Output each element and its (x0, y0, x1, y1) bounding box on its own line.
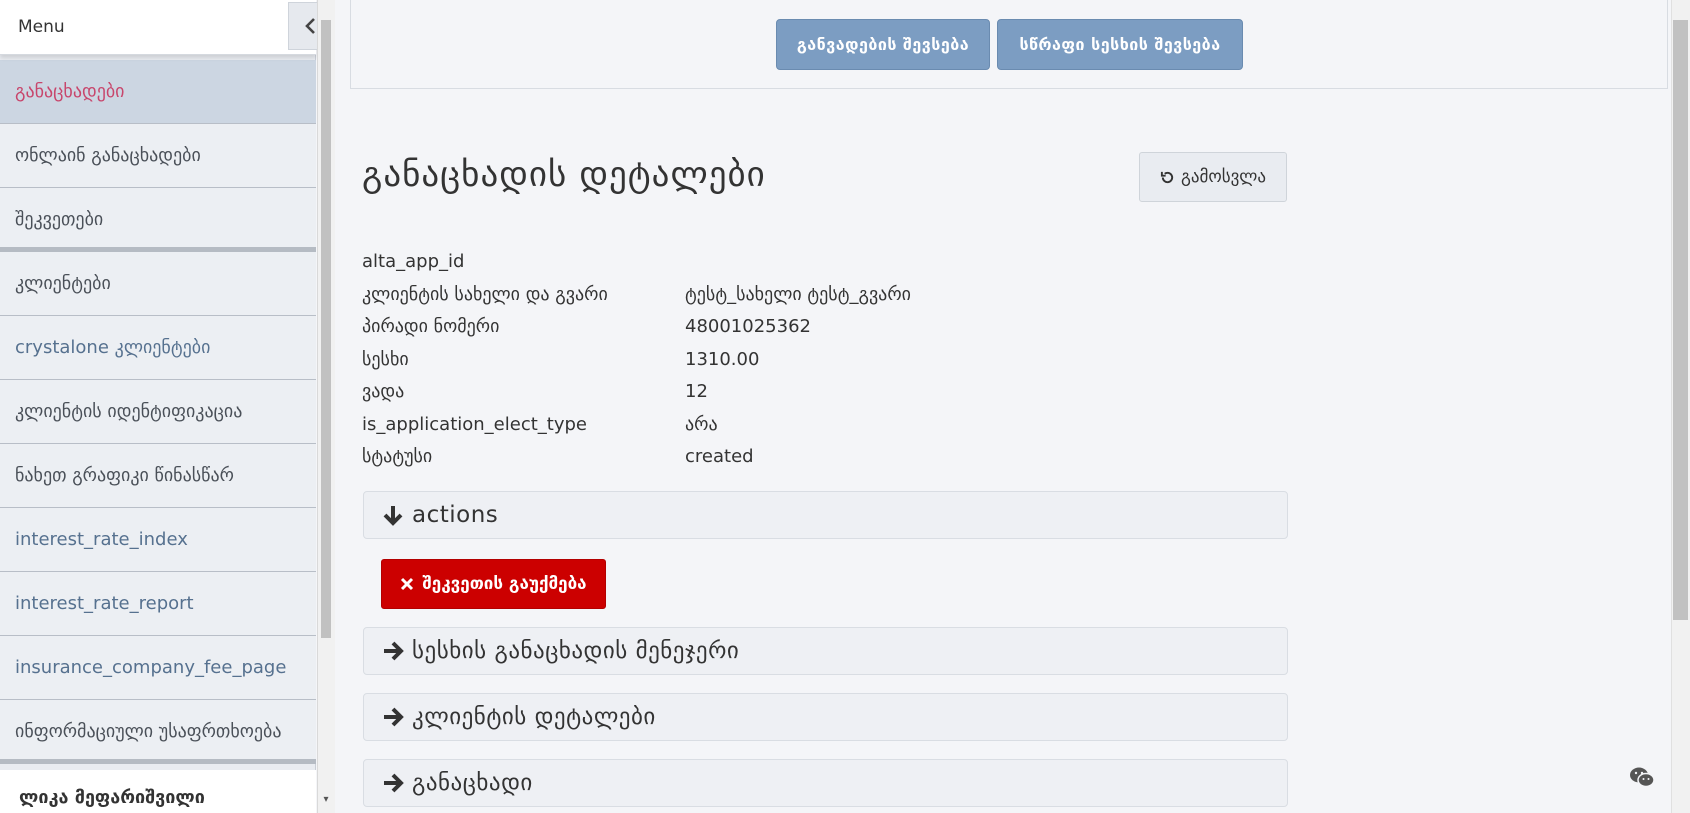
detail-value: ტესტ_სახელი ტესტ_გვარი (685, 283, 911, 305)
detail-key: ვადა (362, 381, 405, 402)
detail-row: სტატუსი created (362, 444, 1262, 477)
sidebar-nav: განაცხადები ონლაინ განაცხადები შეკვეთები… (0, 60, 316, 764)
sidebar-item-online-applications[interactable]: ონლაინ განაცხადები (0, 124, 316, 188)
application-panel-label: განაცხადი (412, 770, 533, 796)
sidebar-item-schedule-preview[interactable]: ნახეთ გრაფიკი წინასწარ (0, 444, 316, 508)
loan-manager-panel-header[interactable]: სესხის განაცხადის მენეჯერი (363, 627, 1288, 675)
sidebar-item-applications[interactable]: განაცხადები (0, 60, 316, 124)
top-bar: განვადების შევსება სწრაფი სესხის შევსება (350, 0, 1668, 89)
sidebar-scrollbar-thumb[interactable] (321, 20, 331, 638)
arrow-down-icon (382, 504, 404, 526)
detail-value: created (685, 446, 754, 467)
cancel-order-label: შეკვეთის გაუქმება (422, 574, 587, 594)
menu-header: Menu (0, 0, 316, 55)
page-scrollbar-thumb[interactable] (1673, 20, 1688, 620)
scroll-down-arrow-icon[interactable]: ▾ (321, 795, 331, 805)
sidebar-user-name[interactable]: ლიკა მეფარიშვილი (0, 770, 316, 813)
detail-row: ვადა 12 (362, 379, 1262, 412)
detail-row: alta_app_id (362, 249, 1262, 282)
cancel-order-button[interactable]: შეკვეთის გაუქმება (381, 559, 606, 609)
detail-row: is_application_elect_type არა (362, 412, 1262, 445)
sidebar-item-insurance-company-fee-page[interactable]: insurance_company_fee_page (0, 636, 316, 700)
sidebar-item-client-identification[interactable]: კლიენტის იდენტიფიკაცია (0, 380, 316, 444)
application-panel-header[interactable]: განაცხადი (363, 759, 1288, 807)
detail-value: 1310.00 (685, 348, 760, 370)
sidebar-item-information-security[interactable]: ინფორმაციული უსაფრთხოება (0, 700, 316, 764)
detail-row: პირადი ნომერი 48001025362 (362, 314, 1262, 347)
actions-panel-label: actions (412, 502, 499, 528)
sidebar-item-clients[interactable]: კლიენტები (0, 252, 316, 316)
wechat-icon[interactable] (1629, 766, 1655, 788)
detail-value: არა (685, 413, 718, 435)
actions-panel-header[interactable]: actions (363, 491, 1288, 539)
loan-manager-panel-label: სესხის განაცხადის მენეჯერი (412, 638, 740, 664)
sidebar-item-crystalone-clients[interactable]: crystalone კლიენტები (0, 316, 316, 380)
undo-icon (1160, 171, 1174, 183)
detail-key: კლიენტის სახელი და გვარი (362, 283, 608, 305)
menu-title: Menu (18, 17, 65, 37)
detail-key: სესხი (362, 348, 409, 370)
fill-quick-loan-button[interactable]: სწრაფი სესხის შევსება (997, 19, 1243, 70)
detail-key: სტატუსი (362, 446, 433, 467)
application-details: alta_app_id კლიენტის სახელი და გვარი ტეს… (362, 249, 1262, 477)
detail-value: 12 (685, 381, 708, 402)
close-icon (401, 577, 414, 591)
detail-row: კლიენტის სახელი და გვარი ტესტ_სახელი ტეს… (362, 282, 1262, 315)
exit-button-label: გამოსვლა (1180, 167, 1267, 187)
sidebar-item-interest-rate-index[interactable]: interest_rate_index (0, 508, 316, 572)
client-details-panel-header[interactable]: კლიენტის დეტალები (363, 693, 1288, 741)
detail-key: პირადი ნომერი (362, 316, 500, 337)
exit-button[interactable]: გამოსვლა (1139, 152, 1287, 202)
sidebar-item-interest-rate-report[interactable]: interest_rate_report (0, 572, 316, 636)
detail-row: სესხი 1310.00 (362, 347, 1262, 380)
arrow-right-icon (382, 640, 404, 662)
page-title: განაცხადის დეტალები (362, 155, 766, 195)
arrow-right-icon (382, 706, 404, 728)
arrow-right-icon (382, 772, 404, 794)
sidebar-item-orders[interactable]: შეკვეთები (0, 188, 316, 252)
fill-installment-button[interactable]: განვადების შევსება (776, 19, 990, 70)
chevron-left-icon (305, 18, 315, 34)
detail-value: 48001025362 (685, 316, 811, 337)
detail-key: alta_app_id (362, 251, 465, 272)
detail-key: is_application_elect_type (362, 413, 587, 435)
client-details-panel-label: კლიენტის დეტალები (412, 704, 656, 730)
